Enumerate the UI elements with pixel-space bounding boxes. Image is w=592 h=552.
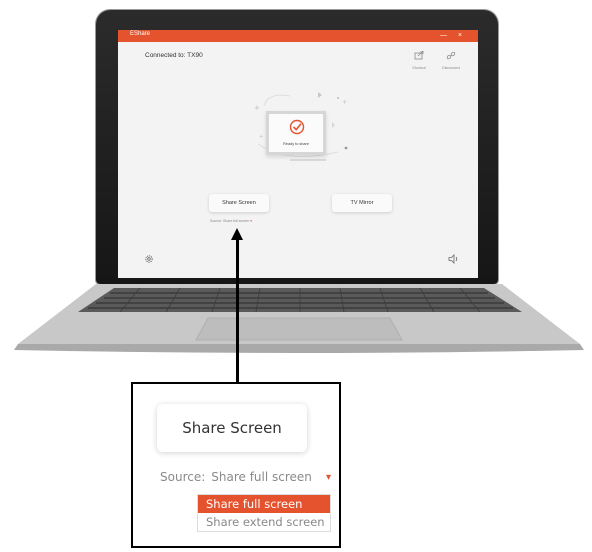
laptop-base (14, 284, 584, 353)
share-screen-button[interactable]: Share Screen (209, 194, 269, 212)
callout-arrow-head (231, 228, 243, 240)
check-circle-icon (289, 119, 305, 135)
tv-mirror-button[interactable]: TV Mirror (332, 194, 392, 212)
svg-text:+: + (259, 134, 263, 140)
svg-text:+: + (254, 104, 260, 112)
app-window: EShare — × Connected to: TX90 Shortcut D… (118, 30, 478, 278)
minimize-button[interactable]: — (440, 30, 447, 41)
source-selector[interactable]: Source: Share full screen ▾ (210, 219, 252, 223)
connection-status: Connected to: TX90 (145, 52, 203, 59)
title-bar: EShare — × (118, 30, 478, 42)
chevron-down-icon: ▾ (250, 219, 253, 223)
shortcut-button[interactable]: Shortcut (404, 47, 434, 70)
dropdown-option-full-screen[interactable]: Share full screen (198, 495, 330, 513)
zoom-callout: Share Screen Source: Share full screen ▾ … (131, 382, 341, 548)
zoom-source-selector[interactable]: Source: Share full screen (160, 470, 312, 484)
zoom-source-value: Share full screen (211, 470, 312, 484)
settings-icon[interactable] (144, 254, 154, 264)
unlink-icon (446, 51, 456, 60)
app-title: EShare (130, 31, 151, 37)
speaker-icon[interactable] (448, 254, 460, 264)
share-export-icon (414, 50, 424, 60)
dropdown-option-extend-screen[interactable]: Share extend screen (198, 513, 330, 531)
disconnect-button[interactable]: Disconnect (436, 47, 466, 70)
disconnect-label: Disconnect (442, 66, 460, 70)
svg-text:+: + (342, 99, 347, 106)
ready-status: Ready to share (283, 142, 309, 146)
ready-panel: Ready to share (266, 111, 326, 155)
callout-pointer-line (236, 236, 239, 384)
source-label: Source: (210, 219, 223, 223)
chevron-down-icon[interactable]: ▾ (326, 472, 331, 483)
close-button[interactable]: × (458, 30, 462, 41)
source-value: Share full screen (223, 219, 250, 223)
shortcut-label: Shortcut (412, 66, 426, 70)
source-dropdown: Share full screen Share extend screen (197, 494, 331, 532)
zoom-share-screen-button[interactable]: Share Screen (157, 404, 307, 452)
zoom-source-label: Source: (160, 470, 206, 484)
